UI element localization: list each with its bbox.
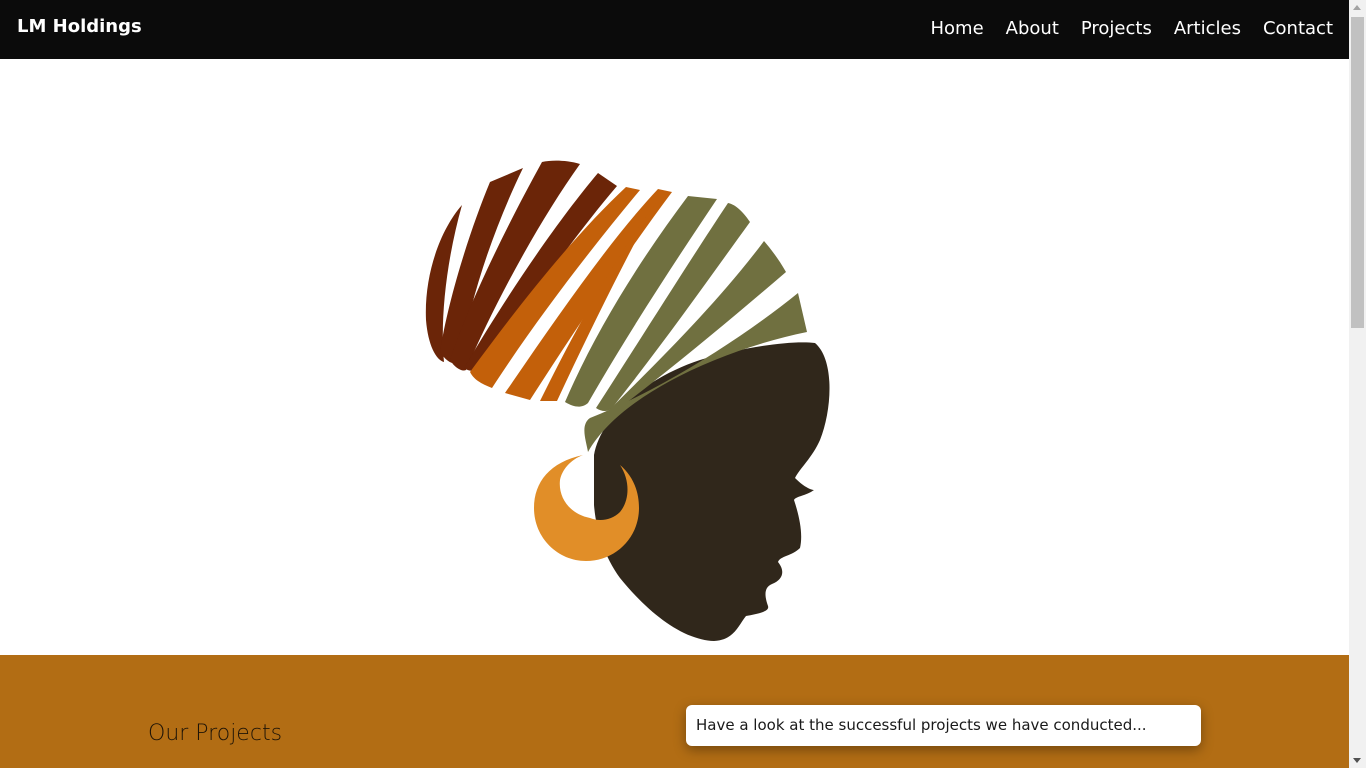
scroll-up-arrow-icon[interactable]	[1353, 5, 1361, 10]
top-navbar: LM Holdings Home About Projects Articles…	[0, 0, 1349, 59]
projects-section: Our Projects Have a look at the successf…	[0, 655, 1349, 768]
nav-link-contact[interactable]: Contact	[1263, 18, 1333, 39]
woman-headwrap-illustration	[425, 160, 830, 641]
nav-link-about[interactable]: About	[1006, 18, 1059, 39]
nav-link-projects[interactable]: Projects	[1081, 18, 1152, 39]
projects-heading: Our Projects	[148, 721, 283, 746]
main-nav: Home About Projects Articles Contact	[931, 18, 1334, 39]
page-scrollbar[interactable]	[1349, 0, 1366, 768]
scroll-down-arrow-icon[interactable]	[1353, 758, 1361, 763]
nav-link-articles[interactable]: Articles	[1174, 18, 1241, 39]
brand-logo-link[interactable]: LM Holdings	[17, 16, 142, 37]
hero-section	[0, 59, 1349, 655]
scrollbar-thumb[interactable]	[1351, 17, 1364, 328]
projects-description-card: Have a look at the successful projects w…	[686, 705, 1201, 746]
nav-link-home[interactable]: Home	[931, 18, 984, 39]
